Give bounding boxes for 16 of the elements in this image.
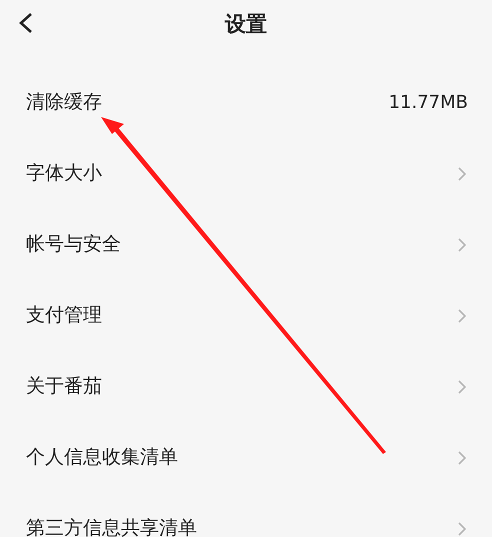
cache-size: 11.77MB: [388, 91, 468, 115]
chevron-icon: [458, 522, 466, 536]
chevron-icon: [458, 166, 466, 180]
chevron-icon: [458, 380, 466, 394]
settings-row[interactable]: 支付管理: [0, 280, 492, 351]
settings-row[interactable]: 字体大小: [0, 138, 492, 209]
chevron-icon: [458, 308, 466, 322]
settings-row[interactable]: 第三方信息共享清单: [0, 493, 492, 537]
settings-row[interactable]: 清除缓存 11.77MB: [0, 67, 492, 138]
settings-row[interactable]: 个人信息收集清单: [0, 422, 492, 493]
back-icon[interactable]: [18, 12, 34, 34]
chevron-icon: [458, 238, 466, 252]
page-title: 设置: [225, 11, 267, 38]
settings-row[interactable]: 关于番茄: [0, 351, 492, 422]
settings-row[interactable]: 帐号与安全: [0, 209, 492, 280]
chevron-icon: [458, 450, 466, 464]
